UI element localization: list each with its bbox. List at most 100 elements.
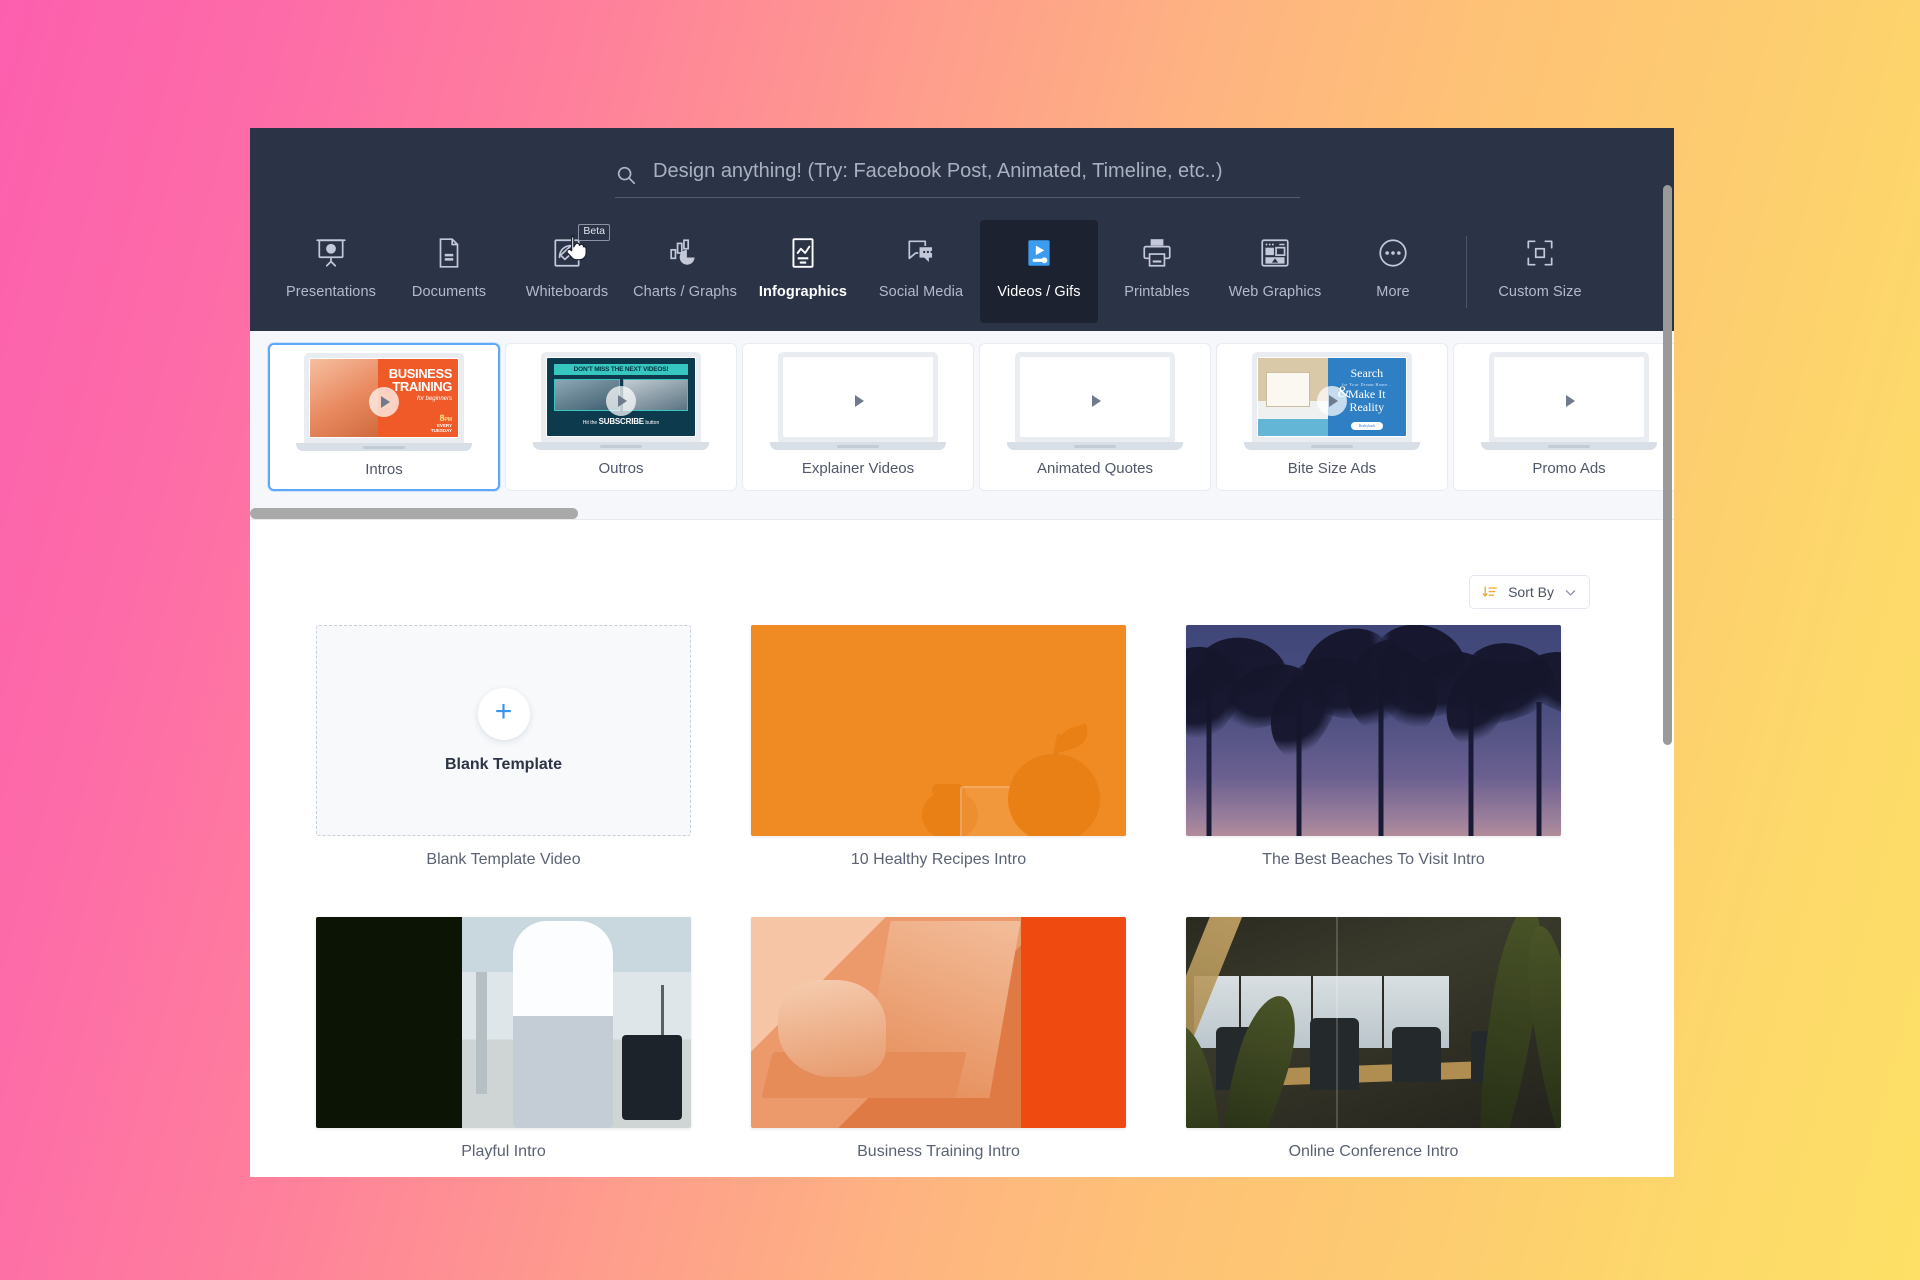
nav-item-whiteboards[interactable]: Beta Whiteboards	[508, 220, 626, 323]
chevron-down-icon	[1564, 586, 1577, 599]
category-label-animated-quotes: Animated Quotes	[1037, 460, 1153, 477]
nav-item-printables[interactable]: Printables	[1098, 220, 1216, 323]
horizontal-scrollbar-thumb[interactable]	[250, 508, 578, 519]
category-thumbnail: Path to Startup THE HOLIDAY BUSINESS NEW…	[760, 352, 956, 450]
nav-item-videos-gifs[interactable]: Videos / Gifs	[980, 220, 1098, 323]
nav-label-more: More	[1376, 284, 1410, 300]
blank-template-dropzone[interactable]: + Blank Template	[316, 625, 691, 836]
sort-by-button[interactable]: Sort By	[1469, 575, 1590, 609]
template-card-best-beaches[interactable]: The Best Beaches To Visit Intro	[1186, 625, 1561, 869]
category-label-intros: Intros	[365, 461, 403, 478]
category-label-bite-size-ads: Bite Size Ads	[1287, 460, 1377, 477]
template-card-healthy-recipes[interactable]: 10 Healthy Recipes Intro	[751, 625, 1126, 869]
play-button-icon[interactable]	[1317, 386, 1347, 416]
nav-label-videos-gifs: Videos / Gifs	[997, 284, 1081, 300]
sort-bar: Sort By	[1469, 575, 1590, 609]
template-card-blank[interactable]: + Blank Template Blank Template Video	[316, 625, 691, 869]
search-input[interactable]	[653, 160, 1300, 189]
plus-icon[interactable]: +	[477, 687, 530, 740]
category-thumbnail: Search for Your Dream Home... Make It Re…	[1234, 352, 1430, 450]
template-thumbnail[interactable]	[1186, 917, 1561, 1128]
nav-label-whiteboards: Whiteboards	[525, 284, 609, 300]
app-header: Presentations Documents	[250, 128, 1674, 331]
nav-label-printables: Printables	[1124, 284, 1190, 300]
app-window: Presentations Documents	[250, 128, 1674, 1177]
nav-label-presentations: Presentations	[286, 284, 376, 300]
nav-item-custom-size[interactable]: Custom Size	[1481, 220, 1599, 323]
play-button-icon[interactable]	[843, 386, 873, 416]
nav-label-web-graphics: Web Graphics	[1228, 284, 1322, 300]
printer-icon	[1138, 234, 1176, 272]
nav-divider	[1466, 236, 1467, 308]
nav-label-charts-graphs: Charts / Graphs	[633, 284, 737, 300]
category-label-outros: Outros	[598, 460, 644, 477]
category-card-promo-ads[interactable]: We are Hiring Now! SOFTWARE ENGINEER Hel…	[1453, 343, 1674, 491]
template-thumbnail[interactable]	[751, 917, 1126, 1128]
horizontal-scrollbar-track[interactable]	[250, 508, 1674, 519]
category-card-bite-size-ads[interactable]: Search for Your Dream Home... Make It Re…	[1216, 343, 1448, 491]
category-label-promo-ads: Promo Ads	[1532, 460, 1606, 477]
art-palm-trees	[1186, 625, 1561, 836]
search-icon	[615, 164, 637, 186]
search-bar[interactable]	[615, 152, 1300, 198]
template-grid: + Blank Template Blank Template Video 10…	[316, 625, 1606, 1161]
vertical-scrollbar-thumb[interactable]	[1663, 185, 1672, 745]
template-card-playful-intro[interactable]: Playful Intro	[316, 917, 691, 1161]
nav-item-social-media[interactable]: Social Media	[862, 220, 980, 323]
template-thumbnail[interactable]	[1186, 625, 1561, 836]
vertical-scrollbar-track[interactable]	[1661, 128, 1674, 1177]
category-card-explainer-videos[interactable]: Path to Startup THE HOLIDAY BUSINESS NEW…	[742, 343, 974, 491]
art-playful-airport	[316, 917, 691, 1128]
nav-item-more[interactable]: More	[1334, 220, 1452, 323]
category-card-outros[interactable]: DON'T MISS THE NEXT VIDEOS! Hit the SUBS…	[505, 343, 737, 491]
template-gallery: Sort By + Blank Template Blank Template …	[250, 520, 1674, 1177]
nav-label-infographics: Infographics	[758, 284, 848, 300]
blank-template-cta: Blank Template	[444, 755, 563, 773]
nav-label-documents: Documents	[411, 284, 487, 300]
nav-item-presentations[interactable]: Presentations	[272, 220, 390, 323]
template-card-online-conference[interactable]: Online Conference Intro	[1186, 917, 1561, 1161]
play-button-icon[interactable]	[1554, 386, 1584, 416]
sort-by-label: Sort By	[1508, 584, 1554, 600]
category-label-explainer-videos: Explainer Videos	[801, 460, 915, 477]
template-thumbnail[interactable]	[316, 917, 691, 1128]
infographic-icon	[784, 234, 822, 272]
template-name: Playful Intro	[461, 1143, 546, 1160]
category-track: BUSINESS TRAINING for beginners 8PM EVER…	[268, 343, 1674, 491]
template-thumbnail[interactable]	[751, 625, 1126, 836]
more-dots-icon	[1374, 234, 1412, 272]
document-icon	[430, 234, 468, 272]
category-thumbnail: Patience is a key element of success.	[997, 352, 1193, 450]
nav-label-custom-size: Custom Size	[1498, 284, 1582, 300]
template-card-business-training[interactable]: Business Training Intro	[751, 917, 1126, 1161]
custom-size-icon	[1521, 234, 1559, 272]
category-thumbnail: DON'T MISS THE NEXT VIDEOS! Hit the SUBS…	[523, 352, 719, 450]
category-card-intros[interactable]: BUSINESS TRAINING for beginners 8PM EVER…	[268, 343, 500, 491]
nav-item-web-graphics[interactable]: Web Graphics	[1216, 220, 1334, 323]
nav-label-social-media: Social Media	[878, 284, 964, 300]
art-business-training	[751, 917, 1126, 1128]
video-icon	[1020, 234, 1058, 272]
play-button-icon[interactable]	[606, 386, 636, 416]
art-online-conference	[1186, 917, 1561, 1128]
presentation-icon	[312, 234, 350, 272]
play-button-icon[interactable]	[1080, 386, 1110, 416]
template-name: The Best Beaches To Visit Intro	[1262, 851, 1485, 868]
play-button-icon[interactable]	[369, 387, 399, 417]
category-card-animated-quotes[interactable]: Patience is a key element of success. An…	[979, 343, 1211, 491]
nav-item-charts-graphs[interactable]: Charts / Graphs	[626, 220, 744, 323]
art-healthy-recipes	[751, 625, 1126, 836]
web-graphics-icon	[1256, 234, 1294, 272]
charts-icon	[666, 234, 704, 272]
category-thumbnail: BUSINESS TRAINING for beginners 8PM EVER…	[286, 353, 482, 451]
category-thumbnail: We are Hiring Now! SOFTWARE ENGINEER Hel…	[1471, 352, 1667, 450]
nav-item-infographics[interactable]: Infographics	[744, 220, 862, 323]
template-name: Business Training Intro	[857, 1143, 1020, 1160]
nav-item-documents[interactable]: Documents	[390, 220, 508, 323]
template-name: Online Conference Intro	[1288, 1143, 1459, 1160]
category-carousel: BUSINESS TRAINING for beginners 8PM EVER…	[250, 331, 1674, 513]
social-media-icon	[902, 234, 940, 272]
template-name: 10 Healthy Recipes Intro	[850, 851, 1027, 868]
beta-badge: Beta	[578, 224, 610, 241]
category-nav: Presentations Documents Beta Whiteboards…	[250, 220, 1674, 323]
